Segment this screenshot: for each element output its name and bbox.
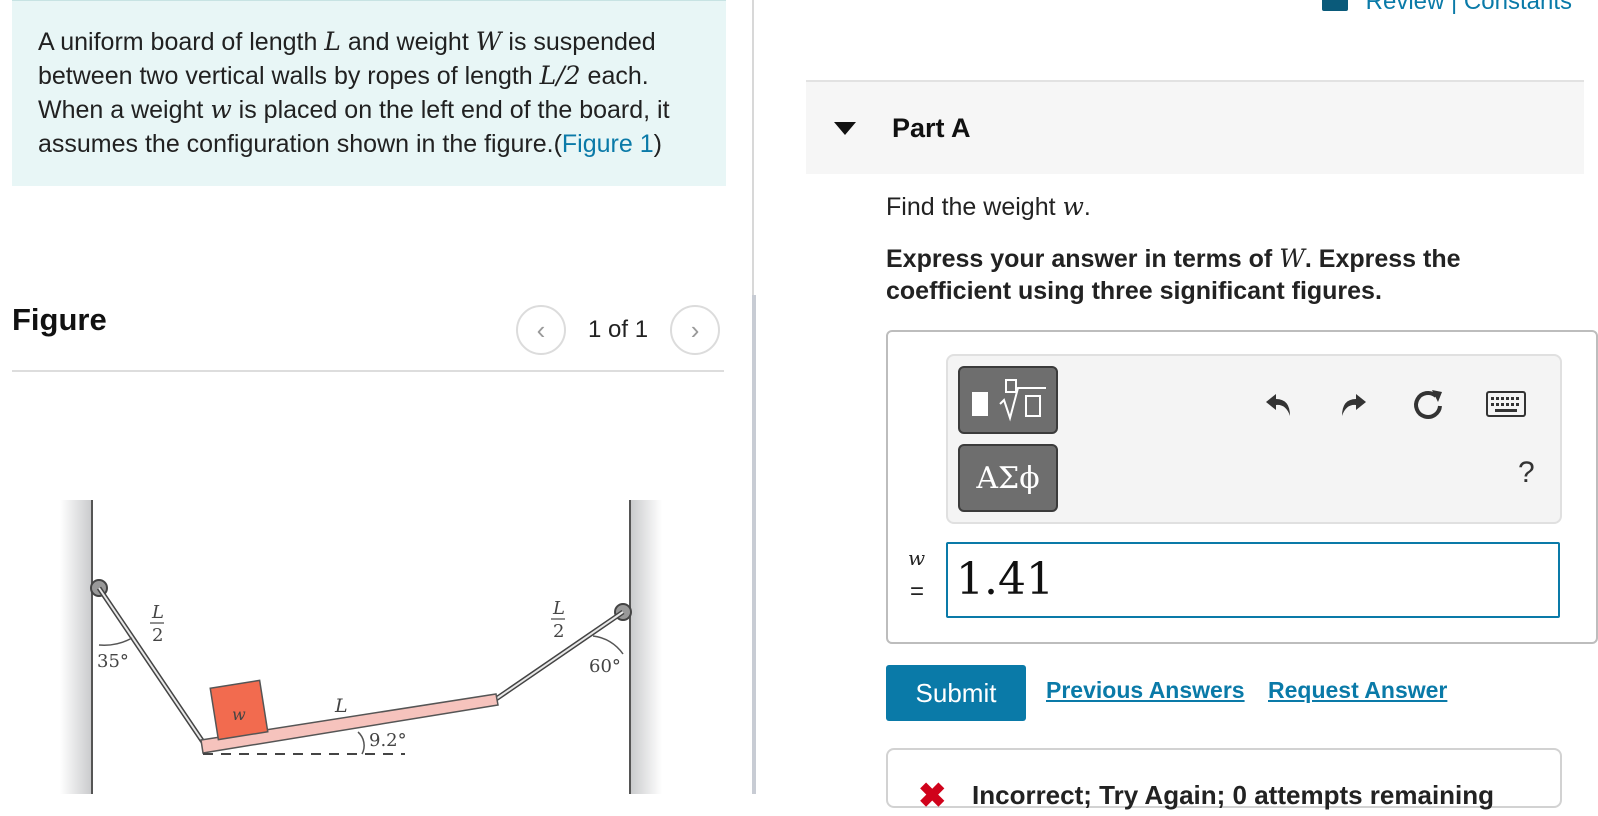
keyboard-icon[interactable]	[1484, 382, 1528, 426]
help-button[interactable]: ?	[1518, 456, 1535, 490]
left-rope-label-den: 2	[152, 625, 163, 646]
math-L: L	[324, 27, 341, 56]
pager-text: 1 of 1	[588, 316, 649, 343]
math-templates-icon[interactable]	[958, 366, 1058, 434]
book-icon	[1321, 0, 1348, 11]
feedback-box: ✖ Incorrect; Try Again; 0 attempts remai…	[886, 748, 1562, 815]
problem-statement: A uniform board of length L and weight W…	[12, 0, 726, 186]
physics-figure: w L 2 L 2 35° 60° L 9.2°	[60, 500, 662, 794]
undo-icon[interactable]	[1258, 382, 1302, 426]
statement-text: )	[653, 130, 662, 158]
statement-text: A uniform board of length	[38, 28, 325, 56]
left-rope-label-num: L	[151, 602, 164, 623]
answer-equals: =	[910, 578, 925, 605]
instr-prefix: Express your answer in terms of	[886, 245, 1280, 273]
right-wall	[630, 500, 662, 794]
reset-icon[interactable]	[1406, 382, 1450, 426]
figure-link[interactable]: Figure 1	[562, 130, 654, 158]
review-constants-label: Review | Constants	[1365, 0, 1572, 15]
math-w: w	[210, 95, 232, 124]
feedback-text: Incorrect; Try Again; 0 attempts remaini…	[972, 780, 1495, 810]
greek-symbols-button[interactable]: ΑΣϕ	[958, 444, 1058, 512]
figure-divider	[12, 370, 724, 372]
figure-pager: ‹ 1 of 1 ›	[516, 305, 721, 355]
question-end: .	[1083, 193, 1091, 221]
answer-variable: w	[908, 546, 926, 570]
left-wall	[60, 500, 92, 794]
math-toolbar: ΑΣϕ ?	[946, 354, 1562, 524]
figure-heading: Figure	[12, 302, 107, 337]
caret-down-icon[interactable]	[834, 121, 856, 135]
chevron-left-icon[interactable]: ‹	[516, 305, 566, 355]
board-angle-label: 9.2°	[369, 730, 407, 751]
answer-box: ΑΣϕ ? w = 1.41	[886, 330, 1598, 644]
angle-left-label: 35°	[97, 651, 129, 672]
review-constants-link[interactable]: Review | Constants	[1321, 0, 1572, 16]
right-rope-label-den: 2	[553, 621, 564, 642]
submit-button[interactable]: Submit	[886, 665, 1026, 721]
right-rope-label-num: L	[552, 598, 565, 619]
board-length-label: L	[334, 695, 348, 717]
problem-panel: A uniform board of length L and weight W…	[0, 0, 752, 794]
statement-text: and weight	[340, 28, 476, 56]
part-a-header[interactable]: Part A	[806, 82, 1584, 174]
part-label: Part A	[892, 112, 971, 143]
math-L-half: L/2	[539, 61, 581, 90]
error-x-icon: ✖	[918, 777, 947, 815]
weight-label: w	[232, 705, 246, 724]
instructions: Express your answer in terms of W. Expre…	[886, 243, 1546, 307]
request-answer-link[interactable]: Request Answer	[1268, 677, 1447, 704]
angle-right-label: 60°	[589, 656, 621, 677]
question-prefix: Find the weight	[886, 193, 1063, 221]
math-W: W	[475, 27, 502, 56]
question-var: w	[1062, 192, 1084, 221]
chevron-right-icon[interactable]: ›	[670, 305, 721, 355]
answer-panel: Review | Constants Part A Find the weigh…	[756, 0, 1598, 815]
previous-answers-link[interactable]: Previous Answers	[1046, 677, 1245, 704]
redo-icon[interactable]	[1330, 382, 1374, 426]
instr-var: W	[1279, 244, 1305, 273]
answer-input[interactable]: 1.41	[946, 542, 1560, 618]
question-text: Find the weight w.	[886, 192, 1091, 222]
